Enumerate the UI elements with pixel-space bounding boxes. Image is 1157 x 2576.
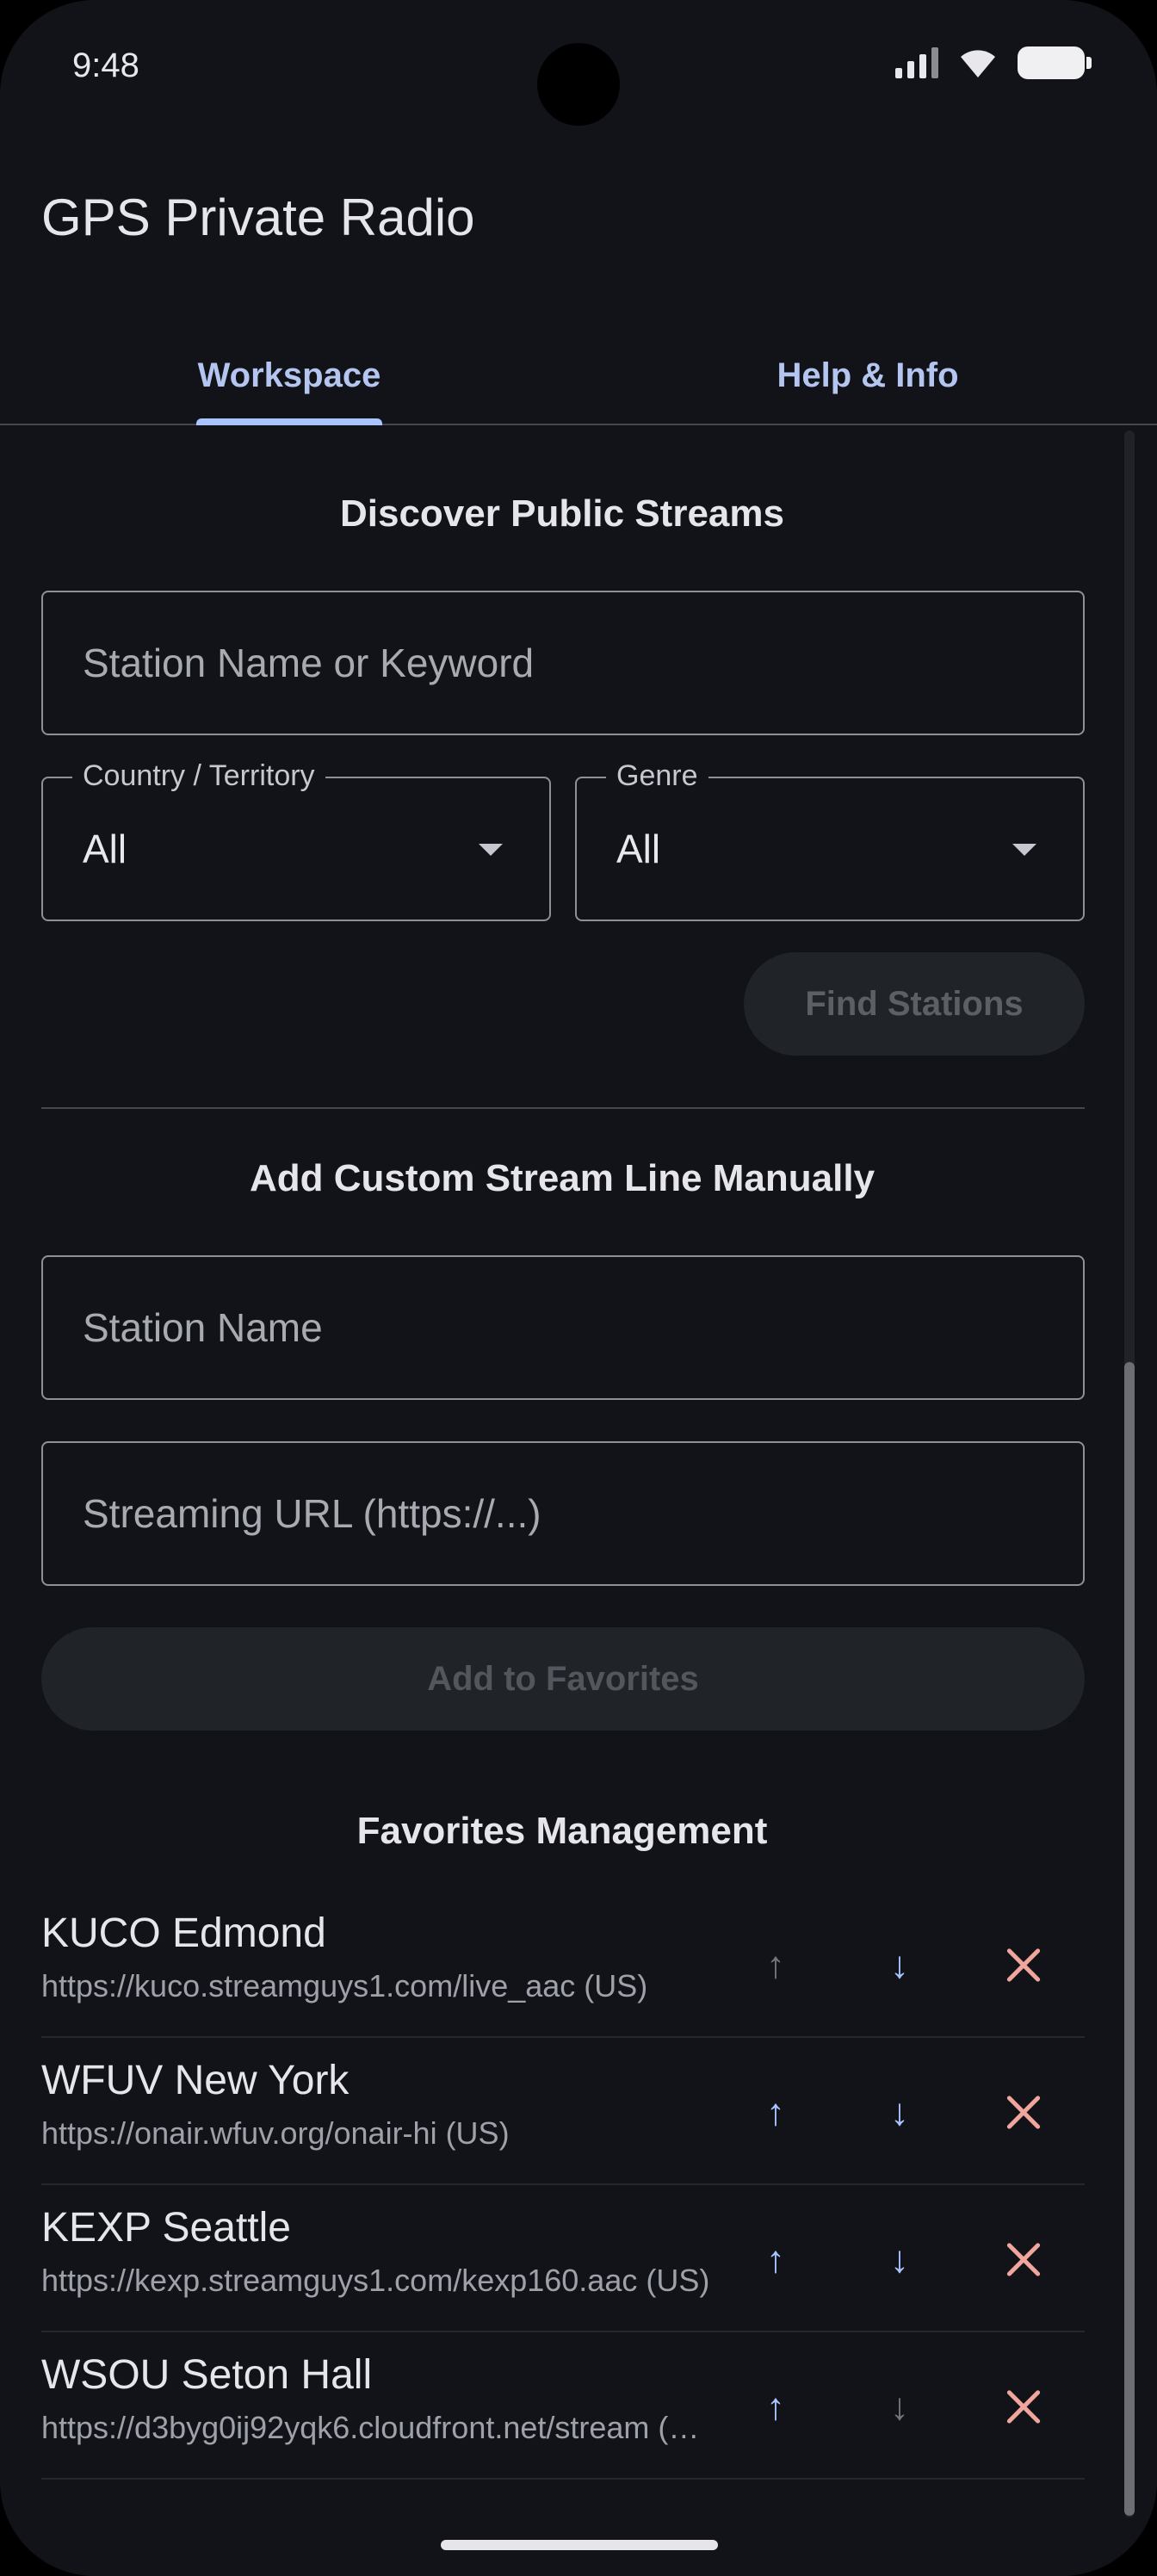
favorite-item[interactable]: WFUV New York https://onair.wfuv.org/ona… [41, 2038, 1085, 2185]
section-divider [41, 1107, 1085, 1109]
arrow-down-icon: ↓ [890, 1944, 909, 1986]
home-indicator[interactable] [441, 2540, 718, 2550]
favorite-name: KEXP Seattle [41, 2205, 291, 2251]
favorite-name: KUCO Edmond [41, 1910, 326, 1956]
tab-bar: Workspace Help & Info [0, 327, 1157, 425]
close-icon [1006, 2243, 1041, 2277]
camera-cutout [537, 43, 620, 126]
dropdown-caret-icon [479, 844, 503, 856]
dropdown-caret-icon [1012, 844, 1036, 856]
signal-icon [895, 47, 938, 78]
station-keyword-field[interactable] [41, 591, 1085, 735]
status-time: 9:48 [72, 46, 139, 84]
find-stations-button[interactable]: Find Stations [744, 952, 1085, 1056]
move-up-button[interactable]: ↑ [737, 1927, 814, 2004]
genre-select-label: Genre [606, 759, 708, 793]
favorite-url: https://d3byg0ij92yqk6.cloudfront.net/st… [41, 2410, 713, 2445]
favorite-url: https://kexp.streamguys1.com/kexp160.aac… [41, 2263, 710, 2298]
move-down-button[interactable]: ↓ [861, 2221, 938, 2299]
tab-selected-indicator [196, 418, 382, 425]
country-select-label: Country / Territory [72, 759, 325, 793]
scrollbar-thumb[interactable] [1124, 1362, 1135, 2516]
battery-icon [1018, 46, 1092, 79]
favorites-list: KUCO Edmond https://kuco.streamguys1.com… [41, 1891, 1085, 2480]
close-icon [1006, 2096, 1041, 2130]
tab-help-info[interactable]: Help & Info [578, 327, 1157, 424]
arrow-up-icon: ↑ [766, 2091, 785, 2133]
move-down-button[interactable]: ↓ [861, 2369, 938, 2446]
country-select-value: All [83, 827, 127, 871]
favorite-item[interactable]: WSOU Seton Hall https://d3byg0ij92yqk6.c… [41, 2332, 1085, 2480]
custom-section-title: Add Custom Stream Line Manually [249, 1157, 875, 1199]
favorite-item[interactable]: KEXP Seattle https://kexp.streamguys1.co… [41, 2185, 1085, 2332]
close-icon [1006, 1948, 1041, 1983]
favorites-section-title: Favorites Management [356, 1810, 768, 1852]
move-up-button[interactable]: ↑ [737, 2221, 814, 2299]
discover-section-title: Discover Public Streams [339, 492, 784, 535]
remove-favorite-button[interactable] [985, 1927, 1062, 2004]
streaming-url-input[interactable] [83, 1490, 1083, 1537]
status-icons [895, 46, 1092, 79]
station-keyword-input[interactable] [83, 640, 1083, 686]
genre-select-value: All [616, 827, 661, 871]
favorite-item[interactable]: KUCO Edmond https://kuco.streamguys1.com… [41, 1891, 1085, 2038]
move-up-button[interactable]: ↑ [737, 2074, 814, 2152]
arrow-down-icon: ↓ [890, 2386, 909, 2428]
genre-select[interactable]: Genre All [575, 759, 1085, 921]
arrow-down-icon: ↓ [890, 2091, 909, 2133]
phone-screen: 9:48 GPS Private Radio Workspace Help & … [0, 0, 1157, 2576]
favorite-url: https://kuco.streamguys1.com/live_aac (U… [41, 1968, 648, 2003]
arrow-up-icon: ↑ [766, 2239, 785, 2281]
favorite-name: WFUV New York [41, 2058, 350, 2103]
arrow-down-icon: ↓ [890, 2239, 909, 2281]
app-title: GPS Private Radio [41, 189, 475, 246]
arrow-up-icon: ↑ [766, 2386, 785, 2428]
station-name-input[interactable] [83, 1304, 1083, 1351]
country-select[interactable]: Country / Territory All [41, 759, 551, 921]
arrow-up-icon: ↑ [766, 1944, 785, 1986]
wifi-icon [961, 50, 995, 77]
close-icon [1006, 2390, 1041, 2424]
move-down-button[interactable]: ↓ [861, 2074, 938, 2152]
move-up-button[interactable]: ↑ [737, 2369, 814, 2446]
remove-favorite-button[interactable] [985, 2221, 1062, 2299]
tab-workspace[interactable]: Workspace [0, 327, 578, 424]
add-to-favorites-button[interactable]: Add to Favorites [41, 1627, 1085, 1731]
favorite-url: https://onair.wfuv.org/onair-hi (US) [41, 2115, 510, 2151]
remove-favorite-button[interactable] [985, 2074, 1062, 2152]
remove-favorite-button[interactable] [985, 2369, 1062, 2446]
status-bar: 9:48 [0, 0, 1157, 138]
station-name-field[interactable] [41, 1255, 1085, 1400]
streaming-url-field[interactable] [41, 1441, 1085, 1586]
move-down-button[interactable]: ↓ [861, 1927, 938, 2004]
favorite-name: WSOU Seton Hall [41, 2352, 373, 2398]
